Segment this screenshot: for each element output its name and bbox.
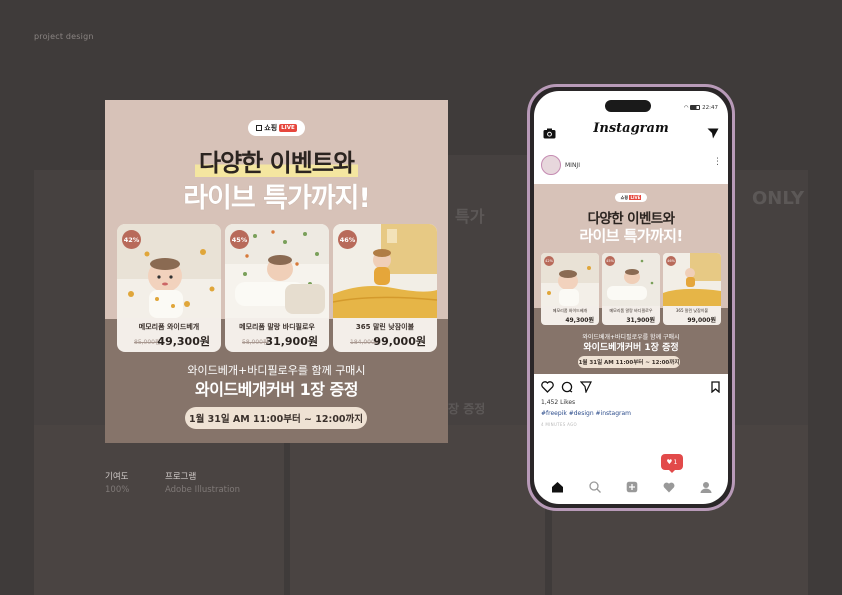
product-name: 메모리폼 말랑 바디필로우	[239, 323, 315, 331]
product-name: 메모리폼 와이드베개	[138, 323, 200, 331]
contribution-value: 100%	[105, 485, 130, 495]
post-image[interactable]: 쇼핑 LIVE 다양한 이벤트와 라이브 특가까지! 42% 메모리폼 와이드베…	[534, 184, 728, 374]
post-logo: 쇼핑 LIVE	[615, 193, 647, 202]
project-design-label: project design	[34, 32, 94, 41]
event-time-pill: 1월 31일 AM 11:00부터 ~ 12:00까지	[185, 407, 367, 429]
product-card[interactable]: 46% 365 말린 낮잠이불 184,000원 99,000원	[333, 224, 437, 352]
logo-text: 쇼핑	[264, 124, 278, 132]
post-logo-live: LIVE	[629, 195, 642, 200]
hashtags[interactable]: #freepik #design #instagram	[541, 410, 631, 417]
post-event-gift: 와이드베개커버 1장 증정	[583, 343, 679, 353]
post-product-price: 31,900원	[626, 317, 655, 324]
activity-notification-badge[interactable]: ♥ 1	[661, 454, 683, 473]
notification-count: 1	[673, 458, 678, 466]
program-label: 프로그램	[165, 472, 197, 482]
status-bar: ◠ 22:47	[684, 105, 718, 111]
post-product-price: 99,000원	[687, 317, 716, 324]
post-product-name: 메모리폼 와이드베개	[552, 308, 588, 313]
background-text-only: ONLY	[752, 188, 805, 209]
post-product-card: 45% 메모리폼 말랑 바디필로우 31,900원	[602, 253, 660, 325]
profile-icon[interactable]	[700, 481, 712, 493]
wifi-icon: ◠	[683, 105, 689, 111]
battery-icon	[690, 105, 701, 110]
status-time: 22:47	[702, 105, 718, 111]
product-card[interactable]: 45% 메모리폼 말랑 바디필로우 58,000원 31,900원	[225, 224, 329, 352]
avatar[interactable]	[541, 155, 561, 175]
background-text-gift: 장 증정	[448, 402, 486, 416]
post-event-time: 1월 31일 AM 11:00부터 ~ 12:00까지	[578, 356, 680, 368]
product-name: 365 말린 낮잠이불	[355, 323, 415, 331]
banner-headline-1: 다양한 이벤트와	[105, 143, 448, 178]
phone-mockup: ◠ 22:47 Instagram MINJI ⋮ 쇼핑 LIVE 다양한 이벤…	[527, 84, 735, 511]
product-card[interactable]: 42% 메모리폼 와이드베개 85,000원 49,300원	[117, 224, 221, 352]
background-text-special: 특가	[455, 207, 485, 226]
likes-count[interactable]: 1,452 Likes	[541, 399, 575, 406]
heart-icon[interactable]	[541, 381, 554, 393]
background-strip-1	[34, 425, 284, 595]
promo-banner: 쇼핑 LIVE 다양한 이벤트와 라이브 특가까지! 42% 메모리폼 와이드베…	[105, 100, 448, 443]
post-headline-1: 다양한 이벤트와	[587, 211, 675, 227]
post-discount-badge: 46%	[666, 256, 676, 266]
post-product-card: 46% 365 말린 낮잠이불 99,000원	[663, 253, 721, 325]
notification-heart-icon: ♥	[666, 458, 673, 466]
post-username[interactable]: MINJI	[565, 162, 580, 169]
shopping-live-logo: 쇼핑 LIVE	[248, 120, 305, 136]
post-time-ago: 4 MINUTES AGO	[541, 422, 577, 427]
add-icon[interactable]	[626, 481, 638, 493]
product-price: 31,900원	[265, 335, 318, 348]
banner-headline-1-text: 다양한 이벤트와	[195, 149, 358, 177]
home-icon[interactable]	[551, 481, 564, 493]
comment-icon[interactable]	[561, 381, 573, 393]
post-product-card: 42% 메모리폼 와이드베개 49,300원	[541, 253, 599, 325]
post-logo-text: 쇼핑	[620, 194, 629, 200]
instagram-logo: Instagram	[593, 121, 669, 136]
dynamic-island	[605, 100, 651, 112]
post-product-price: 49,300원	[565, 317, 594, 324]
event-gift-text: 와이드베개커버 1장 증정	[195, 380, 358, 399]
logo-square-icon	[256, 125, 263, 131]
more-options-icon[interactable]: ⋮	[713, 158, 722, 167]
post-discount-badge: 42%	[544, 256, 554, 266]
contribution-label: 기여도	[105, 472, 129, 482]
banner-headline-2: 라이브 특가까지!	[183, 183, 371, 214]
discount-badge: 42%	[122, 230, 141, 249]
discount-badge: 45%	[230, 230, 249, 249]
activity-icon[interactable]	[663, 482, 675, 493]
phone-screen: ◠ 22:47 Instagram MINJI ⋮ 쇼핑 LIVE 다양한 이벤…	[534, 91, 728, 504]
program-value: Adobe Illustration	[165, 485, 240, 495]
product-price: 49,300원	[157, 335, 210, 348]
post-headline-2: 라이브 특가까지!	[579, 227, 683, 245]
search-icon[interactable]	[588, 481, 601, 493]
discount-badge: 46%	[338, 230, 357, 249]
send-icon[interactable]	[707, 128, 719, 139]
post-discount-badge: 45%	[605, 256, 615, 266]
share-icon[interactable]	[580, 381, 592, 393]
post-product-name: 365 말린 낮잠이불	[675, 308, 709, 313]
product-price: 99,000원	[373, 335, 426, 348]
bookmark-icon[interactable]	[711, 381, 720, 393]
background-strip-2	[290, 425, 545, 595]
bottom-navigation	[534, 476, 728, 498]
post-product-name: 메모리폼 말랑 바디필로우	[609, 308, 653, 313]
live-badge: LIVE	[279, 124, 297, 132]
post-actions	[534, 379, 728, 395]
